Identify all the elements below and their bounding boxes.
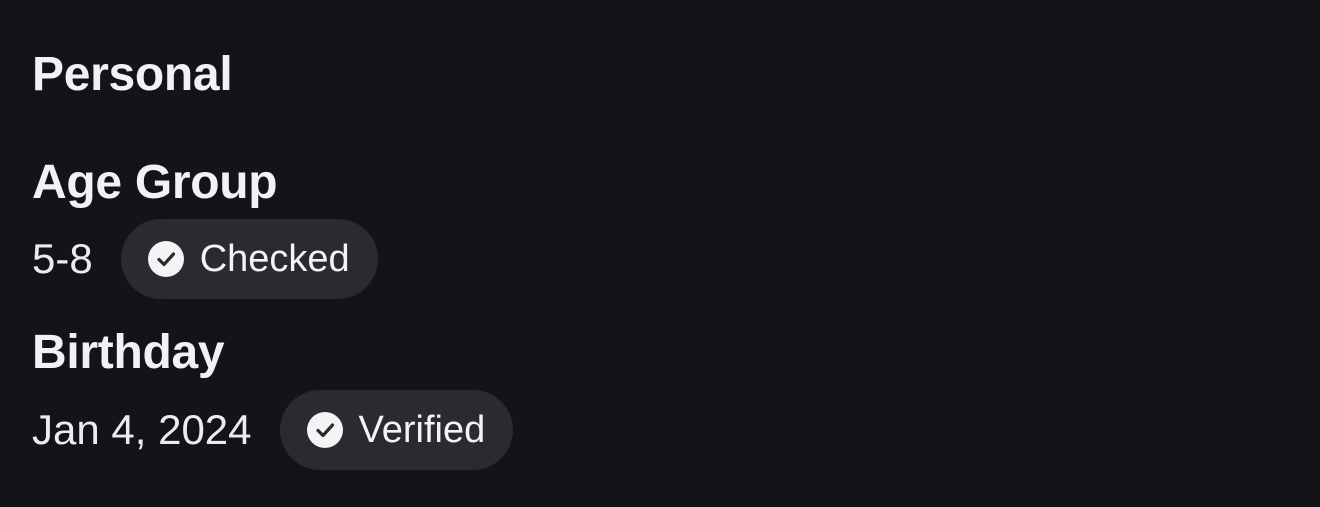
age-group-checked-badge[interactable]: Checked xyxy=(120,219,378,299)
check-circle-icon xyxy=(306,412,343,448)
birthday-row: Jan 4, 2024 Verified xyxy=(32,390,514,470)
age-group-row: 5-8 Checked xyxy=(32,219,378,299)
age-group-badge-label: Checked xyxy=(199,238,350,280)
age-group-label: Age Group xyxy=(32,156,278,209)
section-title: Personal xyxy=(32,48,233,101)
personal-info-panel: Personal Age Group 5-8 Checked Birthday … xyxy=(0,0,1320,507)
age-group-value: 5-8 xyxy=(32,235,93,282)
birthday-verified-badge[interactable]: Verified xyxy=(279,390,514,470)
check-circle-icon xyxy=(147,241,184,277)
birthday-value: Jan 4, 2024 xyxy=(32,406,252,453)
birthday-badge-label: Verified xyxy=(358,409,486,451)
birthday-label: Birthday xyxy=(32,326,225,379)
